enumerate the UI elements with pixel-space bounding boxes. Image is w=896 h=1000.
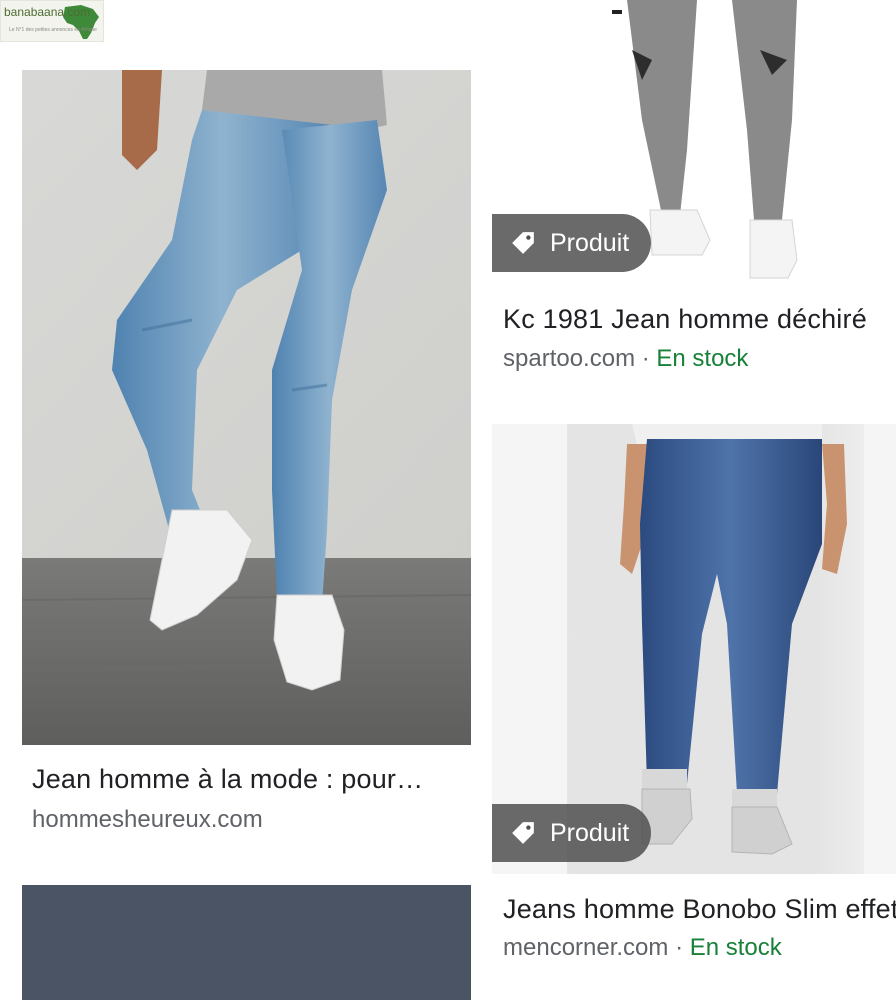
logo-tagline: Le N°1 des petites annonces en Afrique <box>9 27 97 33</box>
result-source-3-text: mencorner.com <box>503 934 669 961</box>
result-image-1[interactable] <box>22 70 471 745</box>
banabaana-logo: banabaana.com Le N°1 des petites annonce… <box>0 0 104 42</box>
result-source-1-text: hommesheureux.com <box>32 806 263 833</box>
blue-jeans-photo <box>22 70 471 745</box>
result-image-placeholder[interactable] <box>22 885 471 1000</box>
result-source-2-text: spartoo.com <box>503 345 636 372</box>
result-source-3[interactable]: mencorner.com · En stock <box>503 934 782 962</box>
stock-status: En stock <box>656 345 749 372</box>
result-title-3[interactable]: Jeans homme Bonobo Slim effet <box>503 894 896 925</box>
result-image-2[interactable]: Produit <box>492 0 896 284</box>
result-source-2[interactable]: spartoo.com · En stock <box>503 345 748 373</box>
stock-status: En stock <box>689 934 782 961</box>
result-source-1[interactable]: hommesheureux.com <box>32 806 263 834</box>
result-title-2[interactable]: Kc 1981 Jean homme déchiré <box>503 304 896 335</box>
chip-label: Produit <box>550 818 630 847</box>
tag-icon <box>512 232 534 254</box>
result-image-3[interactable]: Produit <box>492 424 896 874</box>
logo-text: banabaana.com <box>4 5 91 19</box>
separator: · <box>668 934 690 961</box>
result-title-1[interactable]: Jean homme à la mode : pour… <box>32 764 464 795</box>
product-chip-3[interactable]: Produit <box>492 804 652 862</box>
chip-label: Produit <box>550 228 630 257</box>
product-chip-2[interactable]: Produit <box>492 214 652 272</box>
tag-icon <box>512 822 534 844</box>
separator: · <box>635 345 657 372</box>
